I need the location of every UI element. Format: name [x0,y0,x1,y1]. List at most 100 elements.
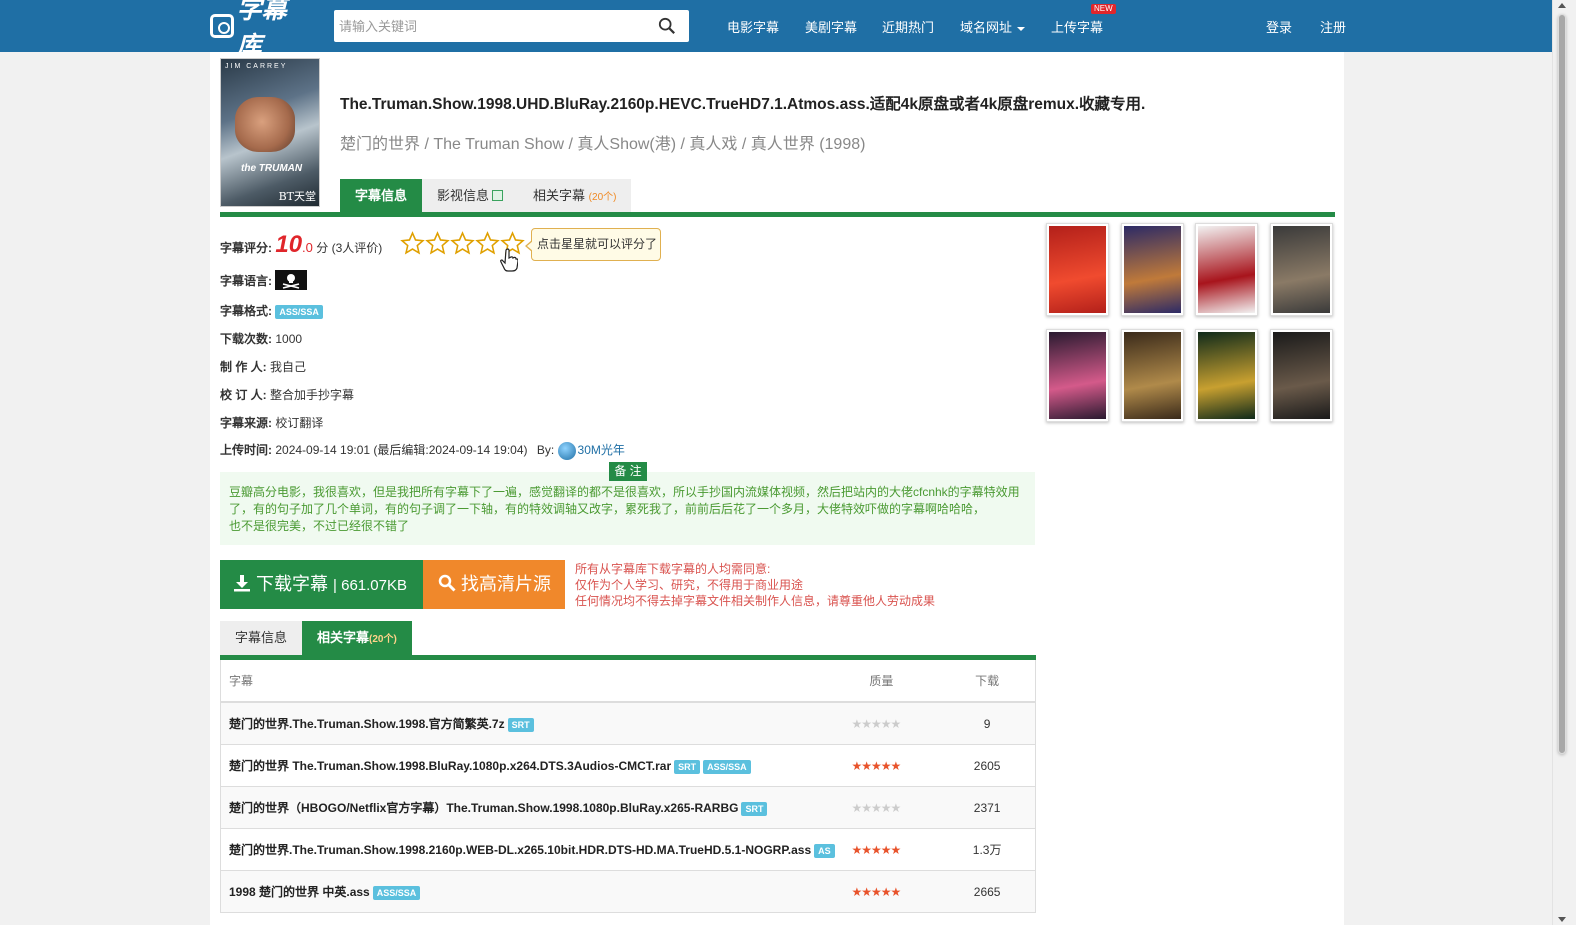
star-icon: ★ [871,758,882,773]
format-badge: SRT [674,759,701,774]
nav-upload[interactable]: 上传字幕 [1051,17,1103,36]
scroll-up-icon[interactable] [1558,3,1566,8]
subtitle-title: The.Truman.Show.1998.UHD.BluRay.2160p.HE… [340,96,1146,113]
subtitle-link[interactable]: 楚门的世界.The.Truman.Show.1998.2160p.WEB-DL.… [221,841,839,858]
tab-movie-info[interactable]: 影视信息 [422,179,519,212]
download-count: 9 [983,716,991,731]
download-disclaimer: 所有从字幕库下载字幕的人均需同意: 仅作为个人学习、研究，不得用于商业用途 任何… [575,562,936,608]
info-icon [492,190,504,202]
format-badge: SRT [507,717,534,732]
subtitle-link[interactable]: 1998 楚门的世界 中英.ass ASS/SSA [221,883,839,900]
nav-hot[interactable]: 近期热门 [882,17,934,36]
avatar[interactable] [557,441,576,460]
format-badge: SRT [741,801,768,816]
movie-thumbnail[interactable] [1195,223,1258,316]
scroll-down-icon[interactable] [1558,917,1566,922]
scrollbar-thumb[interactable] [1558,14,1566,754]
remarks-tag: 备 注 [609,462,647,481]
star-icon[interactable] [475,231,500,256]
nav-domains-dropdown[interactable]: 域名网址 [960,17,1026,36]
logo-icon [210,14,234,38]
nav-tv-subs[interactable]: 美剧字幕 [805,17,857,36]
download-count: 2605 [973,758,1001,773]
nav-movie-subs[interactable]: 电影字幕 [727,17,779,36]
star-icon: ★ [871,716,882,731]
scrollbar[interactable] [1552,0,1576,925]
chevron-down-icon [1017,26,1026,31]
login-link[interactable]: 登录 [1266,17,1292,36]
movie-thumbnail[interactable] [1121,223,1184,316]
star-icon: ★ [880,758,892,773]
star-icon: ★ [871,800,882,815]
movie-thumbnail[interactable] [1046,223,1109,316]
uploader-link[interactable]: 30M光年 [578,443,625,457]
movie-thumbnail[interactable] [1046,329,1109,422]
table-header: 字幕 质量 下载 [221,660,1035,703]
star-icon: ★ [890,800,902,815]
bottom-tabs: 字幕信息 相关字幕(20个) [220,621,412,655]
proofreader-row: 校 订 人: 整合加手抄字幕 [220,388,355,402]
subtitle-link[interactable]: 楚门的世界（HBOGO/Netflix官方字幕）The.Truman.Show.… [221,799,839,816]
top-tabs: 字幕信息 影视信息 相关字幕 (20个) [340,179,632,212]
quality-stars: ★★★★★ [839,885,939,899]
format-row: 字幕格式: ASS/SSA [220,302,323,319]
search-icon[interactable] [658,17,676,35]
source-row: 字幕来源: 校订翻译 [220,416,324,430]
tab-subtitle-info[interactable]: 字幕信息 [340,179,423,212]
star-icon: ★ [880,842,892,857]
subtitle-link[interactable]: 楚门的世界.The.Truman.Show.1998.官方简繁英.7z SRT [221,715,839,732]
star-icon: ★ [871,884,882,899]
rating-tooltip: 点击星星就可以评分了 [525,228,661,261]
site-logo[interactable]: 字幕库 [210,0,310,60]
star-icon[interactable] [425,231,450,256]
star-icon: ★ [861,758,872,773]
quality-stars: ★★★★★ [839,717,939,731]
subtitle-link[interactable]: 楚门的世界 The.Truman.Show.1998.BluRay.1080p.… [221,757,839,774]
star-icon[interactable] [400,231,425,256]
format-badge: AS [814,843,835,858]
top-navbar: 字幕库 电影字幕 美剧字幕 近期热门 域名网址 上传字幕 登录 注册 NEW [0,0,1552,60]
download-button[interactable]: 下载字幕 | 661.07KB [220,560,423,609]
search-input[interactable] [334,10,644,42]
rating-row: 字幕评分: 10.0 分 (3人评价) [220,231,383,258]
download-count: 2371 [973,800,1001,815]
quality-stars: ★★★★★ [839,801,939,815]
tab-subtitle-info-bottom[interactable]: 字幕信息 [220,621,303,655]
star-icon: ★ [880,884,892,899]
movie-thumbnail[interactable] [1121,329,1184,422]
remarks-box: 豆瓣高分电影，我很喜欢，但是我把所有字幕下了一遍，感觉翻译的都不是很喜欢，所以手… [220,472,1035,545]
rating-score: 10 [275,231,303,258]
hand-cursor-icon [500,248,518,272]
table-row[interactable]: 楚门的世界（HBOGO/Netflix官方字幕）The.Truman.Show.… [221,787,1035,829]
star-icon: ★ [861,842,872,857]
table-row[interactable]: 楚门的世界.The.Truman.Show.1998.官方简繁英.7z SRT ★★… [221,703,1035,745]
upload-row: 上传时间: 2024-09-14 19:01 (最后编辑:2024-09-14 … [220,441,625,460]
star-icon: ★ [880,716,892,731]
movie-thumbnail[interactable] [1195,329,1258,422]
find-hd-source-button[interactable]: 找高清片源 [423,560,565,609]
rating-count: (3人评价) [331,241,383,255]
format-badge: ASS/SSA [372,885,421,900]
quality-stars: ★★★★★ [839,843,939,857]
movie-aka-names: 楚门的世界 / The Truman Show / 真人Show(港) / 真人… [340,136,866,153]
register-link[interactable]: 注册 [1320,17,1346,36]
format-badge: ASS/SSA [703,759,751,774]
movie-thumbnail[interactable] [1270,329,1333,422]
downloads-row: 下载次数: 1000 [220,332,303,346]
tab-related-subs[interactable]: 相关字幕 (20个) [518,179,632,212]
table-row[interactable]: 楚门的世界 The.Truman.Show.1998.BluRay.1080p.… [221,745,1035,787]
star-icon: ★ [851,884,862,899]
movie-poster[interactable]: JIM CARREY the TRUMAN BT天堂 [220,58,320,207]
star-icon[interactable] [450,231,475,256]
star-icon: ★ [851,716,862,731]
skull-flag-icon [275,270,308,290]
table-row[interactable]: 1998 楚门的世界 中英.ass ASS/SSA ★★★★★ 2665 [221,871,1035,913]
star-icon: ★ [890,716,902,731]
star-icon: ★ [880,800,892,815]
movie-thumbnail[interactable] [1270,223,1333,316]
table-row[interactable]: 楚门的世界.The.Truman.Show.1998.2160p.WEB-DL.… [221,829,1035,871]
maker-row: 制 作 人: 我自己 [220,360,307,374]
tab-underline [220,212,1335,217]
tab-related-subs-bottom[interactable]: 相关字幕(20个) [302,621,412,655]
language-row: 字幕语言: [220,270,308,292]
